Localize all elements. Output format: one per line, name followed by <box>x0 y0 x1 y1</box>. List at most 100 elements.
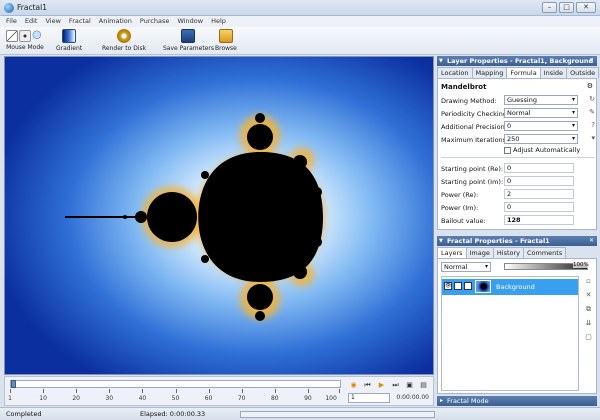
zoom-icon[interactable] <box>32 30 44 42</box>
tab-comments[interactable]: Comments <box>523 247 567 258</box>
power-im-input[interactable]: 0 <box>504 202 574 212</box>
precision-label: Additional Precision: <box>441 123 507 131</box>
power-re-input[interactable]: 2 <box>504 189 574 199</box>
periodicity-select[interactable]: Normal <box>504 108 578 118</box>
fractal-properties-header[interactable]: Fractal Properties - Fractal1 ✕ <box>437 236 597 246</box>
tab-outside[interactable]: Outside <box>566 67 600 78</box>
ruler-tick-label: 90 <box>304 395 312 402</box>
timeline-thumb[interactable] <box>11 380 16 388</box>
tab-history[interactable]: History <box>492 247 524 258</box>
drawing-method-select[interactable]: Guessing <box>504 95 578 105</box>
last-frame-icon[interactable]: ⏭ <box>390 380 401 390</box>
layer-properties-header[interactable]: Layer Properties - Fractal1, Background … <box>437 56 597 66</box>
precision-row: Additional Precision: 0 ? <box>441 121 595 132</box>
refresh-icon[interactable]: ↻ <box>589 95 595 103</box>
start-re-row: Starting point (Re): 0 <box>441 163 595 174</box>
menu-animation[interactable]: Animation <box>99 16 132 27</box>
layer-row[interactable]: 👁 Background <box>442 279 578 295</box>
app-icon <box>4 3 14 13</box>
adjust-automatically-checkbox[interactable]: Adjust Automatically <box>504 146 580 154</box>
layer-actions: ▫ ✕ ⧉ ⇊ ▢ <box>584 277 593 342</box>
duplicate-layer-icon[interactable]: ⧉ <box>584 305 593 314</box>
save-parameters-button[interactable]: Save Parameters <box>163 28 214 52</box>
browse-button[interactable]: Browse <box>215 28 237 52</box>
film-icon[interactable]: ▤ <box>418 380 429 390</box>
tab-image[interactable]: Image <box>465 247 494 258</box>
menu-help[interactable]: Help <box>211 16 226 27</box>
periodicity-label: Periodicity Checking: <box>441 110 510 118</box>
status-bar: Completed Elapsed: 0:00:00.33 <box>0 407 600 420</box>
folder-icon <box>218 29 233 43</box>
start-im-input[interactable]: 0 <box>504 176 574 186</box>
max-iterations-row: Maximum Iterations: 250 ▾ <box>441 134 595 145</box>
menu-fractal[interactable]: Fractal <box>69 16 91 27</box>
ruler-tick-label: 100 <box>325 395 337 402</box>
fractal-properties-tabs: Layers Image History Comments <box>437 247 567 258</box>
gradient-button[interactable]: Gradient <box>56 28 82 52</box>
power-im-row: Power (Im): 0 <box>441 202 595 213</box>
toolbar: Mouse Mode Gradient Render to Disk Save … <box>0 27 600 55</box>
layer-properties-icon[interactable]: ▢ <box>584 333 593 342</box>
drawing-method-row: Drawing Method: Guessing ↻ <box>441 95 595 106</box>
power-im-label: Power (Im): <box>441 204 479 212</box>
fractal-mode-header[interactable]: Fractal Mode <box>437 396 597 406</box>
menu-file[interactable]: File <box>6 16 17 27</box>
tab-location[interactable]: Location <box>437 67 473 78</box>
timeline-scrollbar[interactable] <box>10 380 341 388</box>
close-button[interactable]: ✕ <box>576 2 596 13</box>
tab-inside[interactable]: Inside <box>539 67 568 78</box>
ruler-tick-label: 20 <box>72 395 81 402</box>
menu-window[interactable]: Window <box>177 16 203 27</box>
start-im-label: Starting point (Im): <box>441 178 504 186</box>
menu-edit[interactable]: Edit <box>25 16 38 27</box>
first-frame-icon[interactable]: ⏮ <box>362 380 373 390</box>
play-icon[interactable]: ▶ <box>376 380 387 390</box>
menu-purchase[interactable]: Purchase <box>140 16 170 27</box>
select-arrow-icon[interactable] <box>6 30 18 42</box>
tab-mapping[interactable]: Mapping <box>471 67 508 78</box>
edit-icon[interactable]: ✎ <box>589 108 595 116</box>
help-icon[interactable]: ? <box>591 121 595 129</box>
render-to-disk-button[interactable]: Render to Disk <box>102 28 146 52</box>
menu-view[interactable]: View <box>45 16 60 27</box>
layer-list: 👁 Background <box>441 276 579 391</box>
bailout-label: Bailout value: <box>441 217 486 225</box>
precision-select[interactable]: 0 <box>504 121 578 131</box>
mask-icon[interactable] <box>464 282 472 290</box>
new-layer-icon[interactable]: ▫ <box>584 277 593 286</box>
pin-icon[interactable]: ✕ <box>589 236 594 246</box>
fractal-canvas[interactable] <box>4 56 434 375</box>
maximize-button[interactable]: □ <box>559 2 574 13</box>
start-re-input[interactable]: 0 <box>504 163 574 173</box>
settings-icon[interactable]: ▣ <box>404 380 415 390</box>
tab-formula[interactable]: Formula <box>506 67 541 78</box>
timeline-ruler[interactable]: 1 10 20 30 40 50 60 70 80 90 100 <box>8 389 341 405</box>
menu-bar: File Edit View Fractal Animation Purchas… <box>0 16 600 27</box>
frame-number-input[interactable]: 1 <box>348 393 390 403</box>
adjust-label: Adjust Automatically <box>513 146 581 154</box>
delete-layer-icon[interactable]: ✕ <box>584 291 593 300</box>
start-re-label: Starting point (Re): <box>441 165 504 173</box>
progress-bar <box>240 411 435 418</box>
visibility-icon[interactable]: 👁 <box>444 282 452 290</box>
formula-browse-icon[interactable]: ⚙ <box>587 82 593 90</box>
bailout-input[interactable]: 128 <box>504 215 574 225</box>
pin-icon[interactable]: ✕ <box>589 56 594 66</box>
save-params-label: Save Parameters <box>163 45 214 52</box>
move-icon[interactable] <box>19 30 31 42</box>
formula-name: Mandelbrot <box>441 83 487 91</box>
gradient-label: Gradient <box>56 45 83 52</box>
periodicity-row: Periodicity Checking: Normal ✎ <box>441 108 595 119</box>
collapse-icon[interactable]: ▾ <box>591 134 595 142</box>
tab-layers[interactable]: Layers <box>437 247 467 258</box>
merge-layer-icon[interactable]: ⇊ <box>584 319 593 328</box>
bailout-row: Bailout value: 128 <box>441 215 595 226</box>
record-icon[interactable]: ◉ <box>348 380 359 390</box>
lock-icon[interactable] <box>454 282 462 290</box>
blend-mode-select[interactable]: Normal <box>441 262 491 272</box>
gradient-icon <box>62 29 77 43</box>
divider <box>441 157 595 158</box>
max-iterations-select[interactable]: 250 <box>504 134 578 144</box>
minimize-button[interactable]: – <box>542 2 557 13</box>
ruler-tick-label: 70 <box>237 395 246 402</box>
